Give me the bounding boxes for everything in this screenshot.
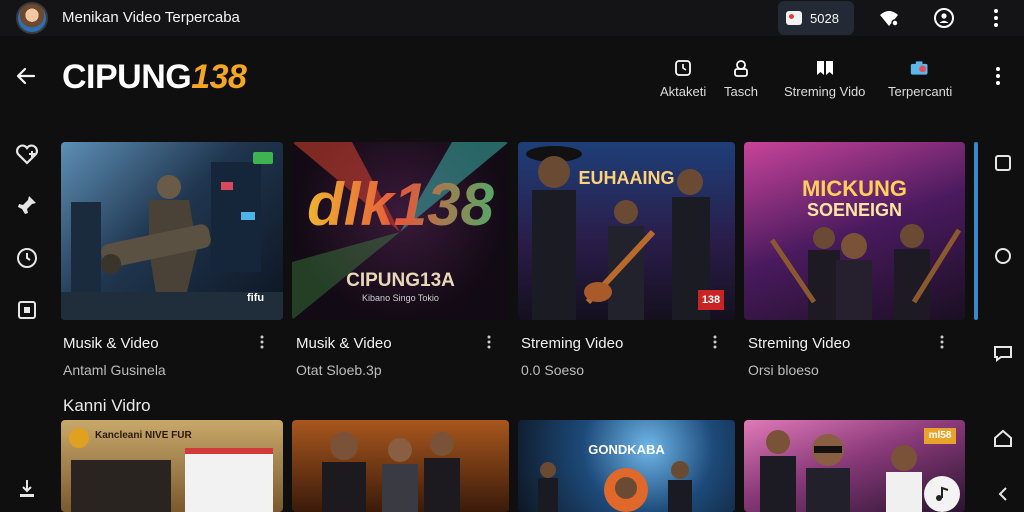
band-artwork (769, 224, 962, 320)
nav-label: Streming Vido (784, 84, 866, 99)
video-title[interactable]: Musik & Video (296, 335, 392, 352)
video-thumbnail[interactable]: fifu (61, 142, 283, 320)
header-menu-button[interactable] (988, 66, 1008, 90)
scrollbar[interactable] (974, 142, 978, 320)
heart-plus-icon[interactable] (14, 141, 40, 167)
logo-text: CIPUNG (62, 58, 192, 96)
card-menu-button[interactable] (483, 335, 495, 353)
video-meta: Orsi bloeso (748, 362, 819, 378)
nav-label: Tasch (724, 84, 758, 99)
card-menu-button[interactable] (709, 335, 721, 353)
band-artwork (538, 461, 692, 512)
video-thumbnail[interactable]: dlk138 CIPUNG13A Kibano Singo Tokio (292, 142, 509, 320)
clock-icon (673, 58, 693, 78)
more-vertical-icon (940, 335, 944, 349)
more-vertical-icon (713, 335, 717, 349)
music-fab-button[interactable] (924, 476, 960, 512)
music-note-icon (936, 486, 949, 501)
video-meta: 0.0 Soeso (521, 362, 585, 378)
poster-name: CIPUNG13A (346, 270, 455, 291)
video-thumbnail[interactable]: GONDKABA (518, 420, 735, 512)
more-vertical-icon (260, 335, 264, 349)
square-icon[interactable] (990, 150, 1016, 176)
video-thumbnail[interactable]: EUHAAING 138 (518, 142, 735, 320)
nav-item-tasch[interactable]: Tasch (724, 58, 758, 99)
video-title[interactable]: Musik & Video (63, 335, 159, 352)
video-thumbnail[interactable] (292, 420, 509, 512)
video-title[interactable]: Streming Video (748, 335, 850, 352)
home-icon[interactable] (990, 425, 1016, 451)
channel-badge (253, 152, 273, 164)
notification-icon (786, 11, 802, 25)
download-icon[interactable] (14, 475, 40, 501)
wifi-icon[interactable] (877, 6, 901, 30)
video-thumbnail[interactable]: MICKUNG SOENEIGN (744, 142, 965, 320)
nav-item-aktaketi[interactable]: Aktaketi (660, 58, 706, 99)
nav-item-terpercanti[interactable]: Terpercanti (888, 58, 952, 99)
chat-icon[interactable] (990, 340, 1016, 366)
nav-label: Aktaketi (660, 84, 707, 99)
history-icon[interactable] (14, 245, 40, 271)
poster-logo: dlk138 (292, 170, 509, 239)
video-meta: Otat Sloeb.3p (296, 362, 382, 378)
chevron-left-icon[interactable] (990, 481, 1016, 507)
more-vertical-icon (487, 335, 491, 349)
poster-title: GONDKABA (588, 442, 665, 457)
poster-text: Kancleani NIVE FUR (95, 430, 192, 441)
screen-artwork (71, 460, 171, 512)
library-icon[interactable] (14, 297, 40, 323)
poster-title: MICKUNG (801, 176, 908, 201)
video-thumbnail[interactable]: Kancleani NIVE FUR (61, 420, 283, 512)
thumb-badge: ml58 (924, 428, 956, 444)
video-title[interactable]: Streming Video (521, 335, 623, 352)
thumb-badge: 138 (698, 290, 724, 310)
user-bag-icon (731, 58, 751, 78)
bookmark-icon (815, 58, 835, 78)
video-meta: Antaml Gusinela (63, 362, 166, 378)
nav-label: Terpercanti (888, 84, 953, 99)
pin-icon[interactable] (14, 192, 40, 218)
poster-subtitle: SOENEIGN (806, 200, 903, 220)
card-menu-button[interactable] (256, 335, 268, 353)
section-title: Kanni Vidro (63, 396, 151, 415)
thumb-badge: fifu (247, 292, 265, 304)
poster-tagline: Kibano Singo Tokio (362, 293, 439, 303)
more-vertical-icon (996, 67, 1000, 85)
notification-chip[interactable]: 5028 (778, 1, 854, 35)
overflow-menu-icon[interactable] (984, 6, 1008, 30)
arrow-left-icon (16, 67, 36, 85)
account-icon[interactable] (932, 6, 956, 30)
band-artwork (322, 432, 460, 512)
circle-icon[interactable] (990, 243, 1016, 269)
avatar[interactable] (16, 2, 48, 34)
brand-logo[interactable]: CIPUNG138 (62, 58, 247, 97)
logo-number: 138 (191, 58, 247, 96)
screen-artwork (185, 448, 273, 512)
status-bar: Menikan Video Terpercaba 5028 (0, 0, 1024, 36)
notification-count: 5028 (810, 10, 839, 26)
app-title: Menikan Video Terpercaba (62, 9, 240, 26)
poster-title: EUHAAING (578, 168, 675, 188)
camera-badge-icon (910, 58, 930, 78)
nav-item-streming-vido[interactable]: Streming Vido (784, 58, 865, 99)
back-button[interactable] (12, 64, 40, 92)
channel-logo (69, 428, 89, 448)
card-menu-button[interactable] (936, 335, 948, 353)
